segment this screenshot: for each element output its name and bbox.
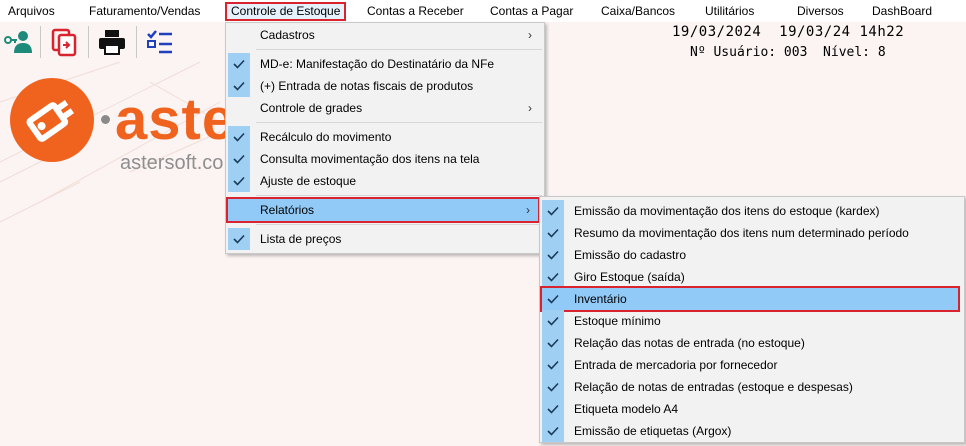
brand-name: aste (115, 87, 236, 152)
check-icon (228, 53, 250, 75)
menu-item-recalculo[interactable]: Recálculo do movimento (228, 126, 542, 148)
check-icon (228, 170, 250, 192)
check-icon (542, 266, 564, 288)
menu-item-ajuste-estoque[interactable]: Ajuste de estoque (228, 170, 542, 192)
brand-url: astersoft.co (120, 152, 224, 174)
menu-dashboard[interactable]: DashBoard (872, 3, 932, 20)
check-icon (542, 310, 564, 332)
check-icon (542, 332, 564, 354)
menu-diversos[interactable]: Diversos (797, 3, 844, 20)
menu-controle-estoque[interactable]: Controle de Estoque (225, 2, 347, 21)
check-icon (228, 148, 250, 170)
status-date: 19/03/2024 19/03/24 14h22 (672, 24, 905, 40)
menu-item-relacao-notas-entrada[interactable]: Relação das notas de entrada (no estoque… (542, 332, 962, 354)
menu-item-inventario[interactable]: Inventário (540, 286, 960, 312)
relatorios-submenu: Emissão da movimentação dos itens do est… (539, 196, 965, 443)
checklist-icon[interactable] (144, 26, 176, 58)
menu-item-emissao-cadastro[interactable]: Emissão do cadastro (542, 244, 962, 266)
menu-utilitarios[interactable]: Utilitários (705, 3, 754, 20)
menu-item-resumo-movimentacao[interactable]: Resumo da movimentação dos itens num det… (542, 222, 962, 244)
check-icon (542, 288, 564, 310)
menu-item-entrada-fornecedor[interactable]: Entrada de mercadoria por fornecedor (542, 354, 962, 376)
chevron-right-icon: › (528, 28, 532, 42)
menu-item-relatorios[interactable]: Relatórios › (226, 197, 540, 223)
check-icon (228, 126, 250, 148)
check-icon (542, 244, 564, 266)
document-transfer-icon[interactable] (48, 26, 80, 58)
menu-item-consulta-movimentacao[interactable]: Consulta movimentação dos itens na tela (228, 148, 542, 170)
check-icon (542, 376, 564, 398)
toolbar (0, 22, 220, 62)
menu-item-estoque-minimo[interactable]: Estoque mínimo (542, 310, 962, 332)
menu-item-etiquetas-argox[interactable]: Emissão de etiquetas (Argox) (542, 420, 962, 442)
menu-item-etiqueta-a4[interactable]: Etiqueta modelo A4 (542, 398, 962, 420)
check-icon (542, 420, 564, 442)
check-icon (542, 398, 564, 420)
check-icon (228, 75, 250, 97)
menu-item-lista-precos[interactable]: Lista de preços (228, 228, 542, 250)
menu-faturamento[interactable]: Faturamento/Vendas (89, 3, 200, 20)
menu-contas-pagar[interactable]: Contas a Pagar (490, 3, 573, 20)
menu-arquivos[interactable]: Arquivos (8, 3, 55, 20)
chevron-right-icon: › (526, 203, 530, 217)
printer-icon[interactable] (96, 26, 128, 58)
brand-logo-dot (101, 115, 110, 124)
estoque-dropdown: Cadastros › MD-e: Manifestação do Destin… (225, 22, 545, 254)
status-user: Nº Usuário: 003 Nível: 8 (690, 45, 886, 60)
menu-item-mde[interactable]: MD-e: Manifestação do Destinatário da NF… (228, 53, 542, 75)
check-icon (542, 222, 564, 244)
menu-contas-receber[interactable]: Contas a Receber (367, 3, 464, 20)
menubar: Arquivos Faturamento/Vendas Controle de … (0, 0, 966, 22)
check-icon (542, 200, 564, 222)
check-icon (542, 354, 564, 376)
menu-item-cadastros[interactable]: Cadastros › (228, 24, 542, 46)
menu-item-giro-estoque[interactable]: Giro Estoque (saída) (542, 266, 962, 288)
user-key-icon[interactable] (2, 26, 34, 58)
brand-logo-icon (10, 78, 94, 162)
menu-caixa-bancos[interactable]: Caixa/Bancos (601, 3, 675, 20)
menu-item-entrada-notas[interactable]: (+) Entrada de notas fiscais de produtos (228, 75, 542, 97)
menu-item-controle-grades[interactable]: Controle de grades › (228, 97, 542, 119)
check-icon (228, 228, 250, 250)
menu-item-relacao-notas-despesas[interactable]: Relação de notas de entradas (estoque e … (542, 376, 962, 398)
menu-item-kardex[interactable]: Emissão da movimentação dos itens do est… (542, 200, 962, 222)
chevron-right-icon: › (528, 101, 532, 115)
